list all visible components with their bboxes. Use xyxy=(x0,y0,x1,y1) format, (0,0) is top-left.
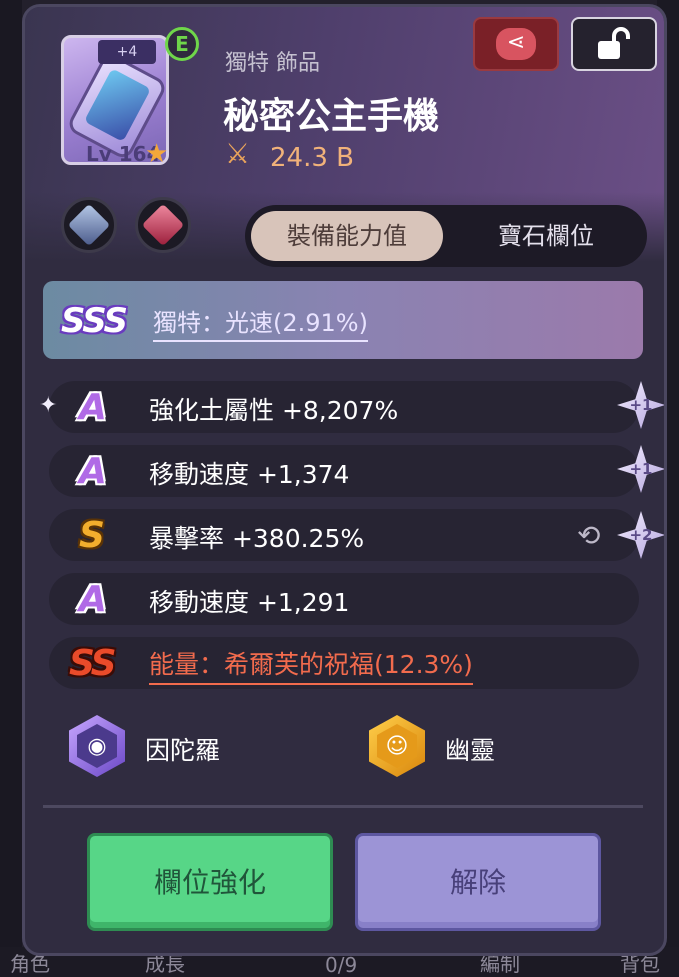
swirl-icon: ◉ xyxy=(77,724,117,768)
tab-bar: 裝備能力值 寶石欄位 xyxy=(245,205,647,267)
equipment-detail-panel: +4 Lv 164 ★ E 獨特 飾品 秘密公主手機 ⚔ 24.3 B ⋖ 裝備… xyxy=(22,4,667,956)
slot-upgrade-button[interactable]: 欄位強化 xyxy=(87,833,333,931)
grade-sss-label: SSS xyxy=(61,301,128,341)
tier-badge: E xyxy=(165,27,199,61)
crossed-swords-icon: ⚔ xyxy=(225,137,251,170)
nav-item-count: 0/9 xyxy=(325,953,358,977)
grade-label: A xyxy=(79,451,107,492)
background-left xyxy=(0,0,22,977)
set-label: 因陀羅 xyxy=(145,736,221,765)
stat-text: 強化土屬性 +8,207% xyxy=(149,396,399,425)
bonus-label: +2 xyxy=(629,526,653,544)
enhance-badge: +4 xyxy=(98,40,156,64)
grade-label: S xyxy=(79,515,105,556)
grade-label: A xyxy=(79,387,107,428)
lock-toggle-button[interactable] xyxy=(571,17,657,71)
tab-gem-slots[interactable]: 寶石欄位 xyxy=(451,211,641,261)
stat-row: A 移動速度 +1,291 xyxy=(49,573,639,625)
divider xyxy=(43,805,643,808)
gem-slot-2-icon[interactable] xyxy=(135,197,191,253)
bonus-label: +1 xyxy=(629,460,653,478)
share-icon: ⋖ xyxy=(496,28,536,60)
stat-text: 暴擊率 +380.25% xyxy=(149,524,365,553)
sparkle-icon: ✦ xyxy=(39,393,58,418)
tab-equipment-stats[interactable]: 裝備能力值 xyxy=(251,211,443,261)
item-name: 秘密公主手機 xyxy=(223,96,440,137)
ghost-set-icon[interactable]: ☺ xyxy=(369,715,425,777)
ghost-icon: ☺ xyxy=(377,724,417,768)
star-icon: ★ xyxy=(145,139,169,169)
stat-row: A 移動速度 +1,374 xyxy=(49,445,639,497)
unequip-button[interactable]: 解除 xyxy=(355,833,601,931)
stat-text[interactable]: 能量：希爾芙的祝福(12.3%) xyxy=(149,645,473,685)
unique-option-row: SSS 獨特：光速(2.91%) xyxy=(43,281,643,359)
set-label: 幽靈 xyxy=(445,736,496,765)
reroll-icon[interactable]: ⟲ xyxy=(577,519,600,552)
share-button[interactable]: ⋖ xyxy=(473,17,559,71)
unlock-icon xyxy=(598,27,630,59)
stat-row: SS 能量：希爾芙的祝福(12.3%) xyxy=(49,637,639,689)
stat-text: 移動速度 +1,291 xyxy=(149,588,350,617)
gem-slot-1-icon[interactable] xyxy=(61,197,117,253)
grade-label: A xyxy=(79,579,107,620)
bonus-label: +1 xyxy=(629,396,653,414)
stat-row: ✦ A 強化土屬性 +8,207% xyxy=(39,381,639,433)
grade-label: SS xyxy=(69,643,117,684)
unique-option-text[interactable]: 獨特：光速(2.91%) xyxy=(153,303,368,342)
item-type: 獨特 飾品 xyxy=(225,51,320,76)
stat-row: S 暴擊率 +380.25% ⟲ xyxy=(49,509,639,561)
combat-power: 24.3 B xyxy=(270,143,354,173)
indra-set-icon[interactable]: ◉ xyxy=(69,715,125,777)
stat-text: 移動速度 +1,374 xyxy=(149,460,350,489)
